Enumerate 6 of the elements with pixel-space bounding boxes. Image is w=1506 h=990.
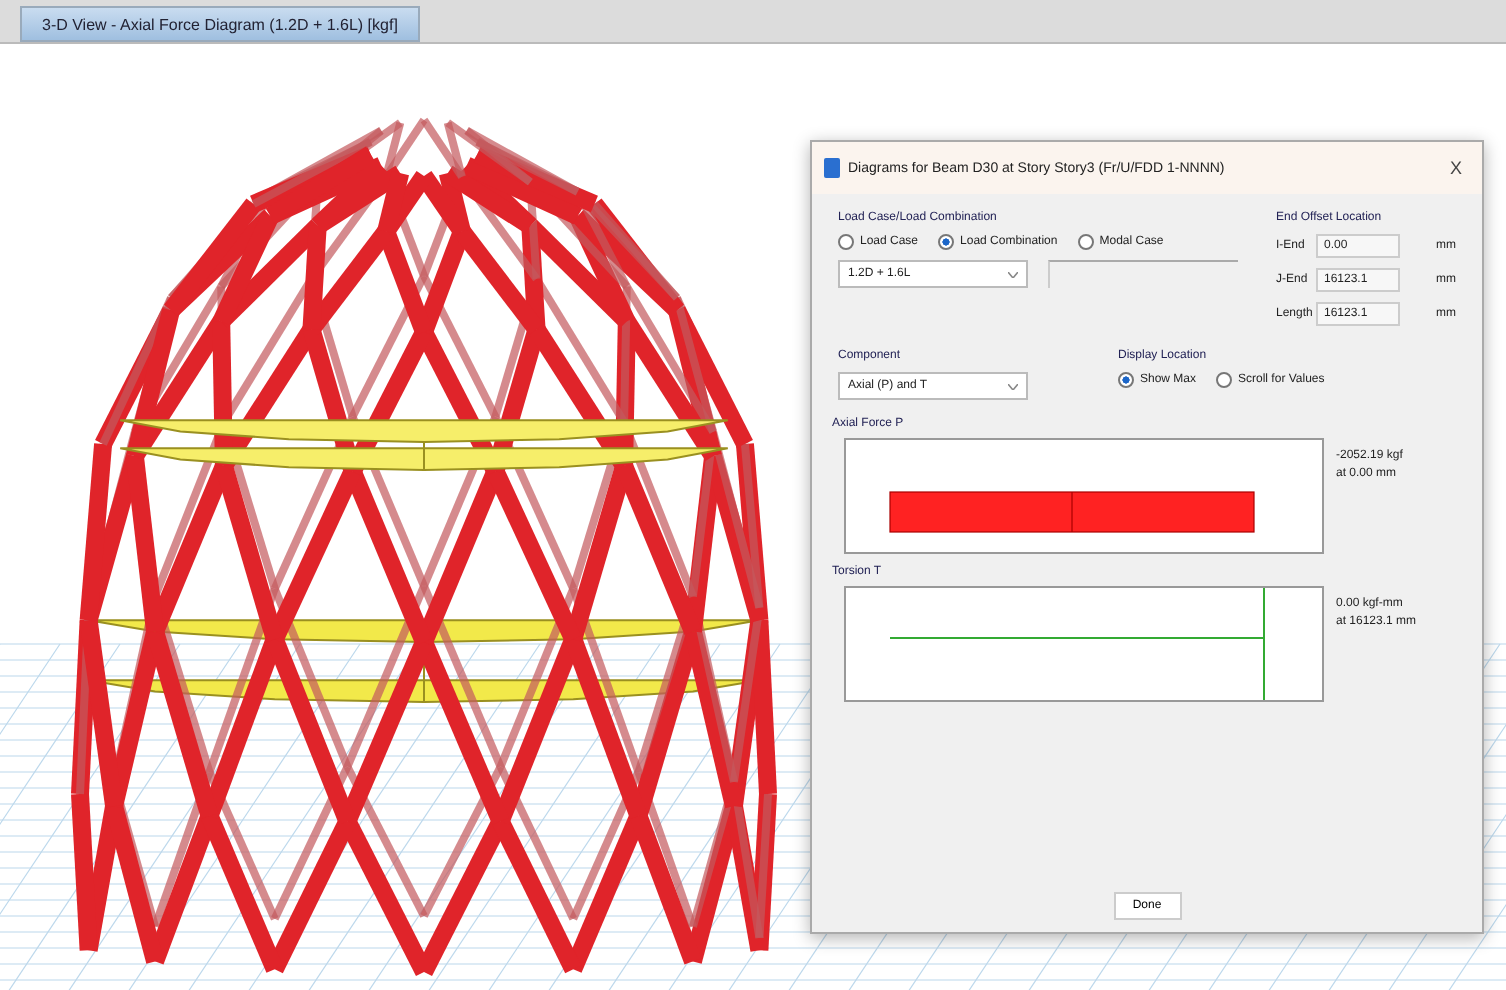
view-tab[interactable]: 3-D View - Axial Force Diagram (1.2D + 1.6L) [kgf] [20,6,420,42]
scroll-track[interactable] [1048,260,1238,288]
chevron-down-icon [1008,383,1018,389]
app-icon [824,158,840,178]
close-button[interactable]: X [1441,154,1470,182]
chevron-down-icon [1008,271,1018,277]
